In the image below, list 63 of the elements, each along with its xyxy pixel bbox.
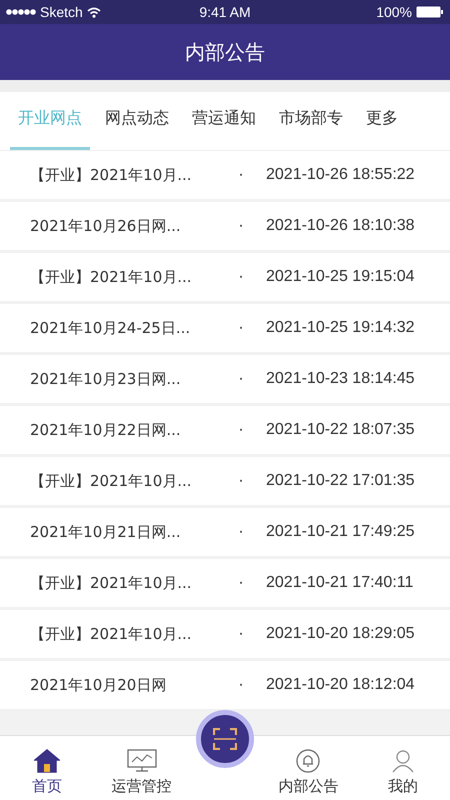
notice-row[interactable]: 2021年10月24-25日... · 2021-10-25 19:14:32: [0, 304, 450, 355]
bell-icon: [296, 749, 320, 773]
separator-dot: ·: [238, 574, 244, 592]
category-tab[interactable]: 市场部专: [271, 92, 351, 150]
notice-title: 【开业】2021年10月...: [29, 166, 193, 184]
separator-dot: ·: [238, 217, 244, 235]
notice-row[interactable]: 2021年10月21日网... · 2021-10-21 17:49:25: [0, 508, 450, 559]
nav-tab[interactable]: 我的: [362, 749, 443, 796]
notice-time: 2021-10-22 18:07:35: [266, 421, 415, 439]
separator-dot: ·: [238, 268, 244, 286]
notice-time: 2021-10-20 18:12:04: [266, 676, 415, 694]
status-time: 9:41 AM: [199, 4, 251, 20]
notice-time: 2021-10-21 17:49:25: [266, 523, 415, 541]
notice-time: 2021-10-25 19:14:32: [266, 319, 415, 337]
notice-title: 2021年10月26日网...: [29, 216, 182, 236]
notice-time: 2021-10-22 17:01:35: [266, 472, 415, 490]
signal-icon: [6, 8, 36, 16]
notice-title: 【开业】2021年10月...: [29, 624, 193, 644]
notice-time: 2021-10-25 19:15:04: [266, 268, 415, 286]
separator-dot: ·: [238, 472, 244, 490]
notice-title: 【开业】2021年10月...: [29, 472, 193, 490]
notice-time: 2021-10-26 18:10:38: [266, 217, 415, 235]
battery-percent: 100%: [376, 4, 412, 20]
notice-row[interactable]: 【开业】2021年10月... · 2021-10-26 18:55:22: [0, 151, 450, 202]
separator-dot: ·: [238, 319, 244, 337]
notice-row[interactable]: 【开业】2021年10月... · 2021-10-21 17:40:11: [0, 559, 450, 610]
nav-tab[interactable]: 内部公告: [268, 749, 348, 796]
notice-time: 2021-10-20 18:29:05: [266, 625, 415, 643]
notice-row[interactable]: 2021年10月23日网... · 2021-10-23 18:14:45: [0, 355, 450, 406]
notice-title: 【开业】2021年10月...: [29, 574, 193, 592]
scan-icon: [212, 728, 237, 750]
notice-title: 2021年10月23日网...: [29, 370, 182, 388]
separator-dot: ·: [238, 625, 244, 643]
separator-dot: ·: [238, 676, 244, 694]
nav-tab[interactable]: 运营管控: [102, 749, 182, 796]
notice-title: 2021年10月22日网...: [29, 420, 182, 440]
home-icon: [34, 749, 60, 773]
notice-title: 2021年10月20日网: [29, 676, 168, 694]
monitor-chart-icon: [126, 749, 157, 773]
separator-dot: ·: [238, 523, 244, 541]
notice-time: 2021-10-26 18:55:22: [266, 166, 415, 184]
notice-row[interactable]: 【开业】2021年10月... · 2021-10-20 18:29:05: [0, 610, 450, 661]
page-title: 内部公告: [185, 38, 265, 66]
battery-icon: [416, 6, 444, 18]
category-tab[interactable]: 网点动态: [97, 92, 177, 150]
separator-dot: ·: [238, 166, 244, 184]
separator-dot: ·: [238, 421, 244, 439]
notice-row[interactable]: 【开业】2021年10月... · 2021-10-25 19:15:04: [0, 253, 450, 304]
notice-time: 2021-10-23 18:14:45: [266, 370, 415, 388]
notice-row[interactable]: 2021年10月22日网... · 2021-10-22 18:07:35: [0, 406, 450, 457]
notice-title: 【开业】2021年10月...: [29, 268, 193, 286]
category-tab[interactable]: 营运通知: [184, 92, 264, 150]
carrier-name: Sketch: [40, 4, 83, 20]
nav-tab[interactable]: 首页: [7, 749, 88, 796]
user-icon: [390, 749, 415, 773]
notice-title: 2021年10月21日网...: [29, 522, 182, 542]
separator-dot: ·: [238, 370, 244, 388]
wifi-icon: [86, 6, 101, 18]
category-tab[interactable]: 更多: [358, 92, 406, 150]
notice-row[interactable]: 2021年10月26日网... · 2021-10-26 18:10:38: [0, 202, 450, 253]
notice-title: 2021年10月24-25日...: [29, 318, 192, 338]
notice-row[interactable]: 【开业】2021年10月... · 2021-10-22 17:01:35: [0, 457, 450, 508]
notice-time: 2021-10-21 17:40:11: [266, 574, 414, 592]
